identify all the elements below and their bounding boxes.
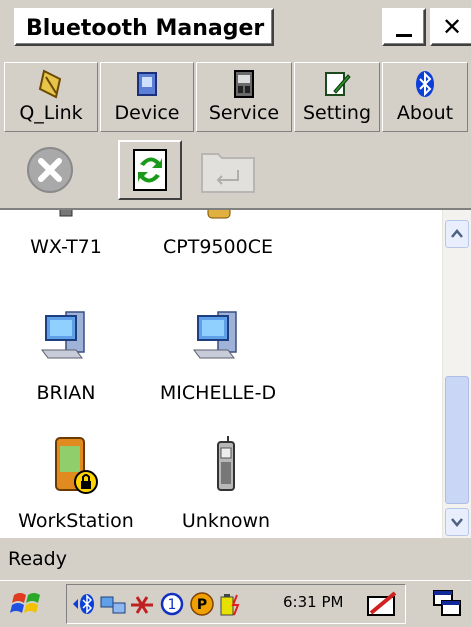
- scroll-up-button[interactable]: [445, 220, 469, 248]
- q-link-icon: [5, 67, 97, 101]
- menu-setting-button[interactable]: Setting: [294, 62, 380, 132]
- windows-switcher-icon[interactable]: [432, 589, 464, 619]
- chevron-down-icon: [451, 518, 463, 527]
- device-label: Unknown: [181, 510, 271, 532]
- service-icon: [197, 67, 291, 101]
- device-item[interactable]: CPT9500CE: [148, 210, 288, 258]
- locked-pda-icon: [55, 437, 98, 494]
- device-item[interactable]: Unknown: [166, 434, 286, 532]
- device-list-pane: WX-T71 CPT9500CE BRIAN MICHELLE-D WorkSt…: [0, 208, 471, 538]
- device-icon: [101, 67, 193, 101]
- device-label: BRIAN: [36, 382, 96, 404]
- status-text: Ready: [8, 548, 67, 570]
- svg-text:P: P: [197, 597, 207, 613]
- close-icon: ✕: [441, 13, 463, 41]
- action-toolbar: [0, 136, 471, 206]
- disconnect-icon[interactable]: [129, 593, 155, 617]
- stop-icon: [27, 147, 73, 193]
- refresh-button[interactable]: [118, 140, 182, 200]
- tray-bluetooth-icon[interactable]: [71, 591, 95, 617]
- bluetooth-icon: [383, 67, 467, 101]
- menu-q-link-label: Q_Link: [19, 102, 83, 124]
- return-folder-button[interactable]: [196, 140, 260, 200]
- device-item[interactable]: MICHELLE-D: [148, 306, 288, 404]
- phone-icon: [217, 436, 235, 491]
- pda-icon: [207, 210, 231, 219]
- menu-service-label: Service: [208, 102, 280, 124]
- title-bar: Bluetooth Manager ✕: [0, 0, 471, 60]
- vertical-scrollbar[interactable]: [442, 210, 471, 538]
- network-icon[interactable]: [99, 593, 127, 617]
- battery-icon[interactable]: [217, 591, 245, 619]
- refresh-icon: [133, 149, 167, 191]
- menu-toolbar: Q_Link Device Service Setting About: [0, 60, 471, 134]
- device-item[interactable]: BRIAN: [6, 306, 126, 404]
- minimize-button[interactable]: [382, 8, 426, 46]
- scroll-down-button[interactable]: [445, 508, 469, 536]
- scroll-thumb[interactable]: [445, 376, 469, 504]
- menu-device-label: Device: [114, 102, 180, 124]
- device-label: CPT9500CE: [163, 236, 273, 258]
- notification-tray: 1 P 6:31 PM: [66, 584, 406, 624]
- chevron-up-icon: [451, 229, 463, 238]
- menu-about-button[interactable]: About: [382, 62, 468, 132]
- setting-icon: [295, 67, 379, 101]
- device-label: WX-T71: [30, 236, 102, 258]
- stop-button[interactable]: [20, 140, 84, 200]
- menu-setting-label: Setting: [302, 102, 372, 124]
- menu-about-label: About: [396, 102, 454, 124]
- clock[interactable]: 6:31 PM: [283, 593, 343, 611]
- svg-text:1: 1: [168, 597, 177, 613]
- window-title: Bluetooth Manager: [14, 8, 274, 46]
- input-mode-icon[interactable]: 1: [159, 591, 185, 617]
- phone-icon: [59, 210, 73, 217]
- input-panel-icon[interactable]: [365, 589, 399, 619]
- device-item[interactable]: WorkStation: [6, 434, 146, 532]
- folder-return-icon: [201, 153, 255, 193]
- minimize-icon: [396, 34, 412, 37]
- device-label: WorkStation: [18, 510, 134, 532]
- device-item[interactable]: WX-T71: [6, 210, 126, 258]
- power-icon[interactable]: P: [189, 591, 215, 617]
- close-button[interactable]: ✕: [430, 8, 471, 46]
- menu-service-button[interactable]: Service: [196, 62, 292, 132]
- menu-device-button[interactable]: Device: [100, 62, 194, 132]
- start-icon[interactable]: [10, 589, 44, 619]
- computer-icon: [41, 311, 85, 359]
- taskbar: 1 P 6:31 PM: [0, 580, 471, 627]
- menu-q-link-button[interactable]: Q_Link: [4, 62, 98, 132]
- device-label: MICHELLE-D: [159, 382, 277, 404]
- computer-icon: [193, 311, 237, 359]
- status-bar: Ready: [0, 538, 471, 580]
